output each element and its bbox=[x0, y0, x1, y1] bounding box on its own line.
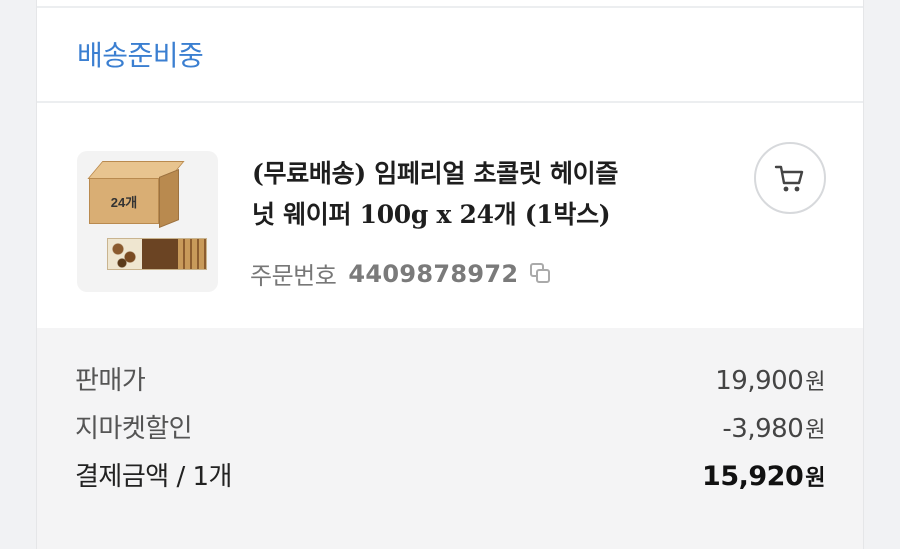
box-label: 24개 bbox=[110, 195, 138, 210]
product-thumbnail[interactable]: 24개 bbox=[77, 151, 218, 292]
cart-icon bbox=[774, 165, 804, 192]
box-side-shape bbox=[159, 168, 179, 229]
sale-price-label: 판매가 bbox=[75, 366, 146, 396]
order-number-row: 주문번호 4409878972 bbox=[250, 256, 552, 291]
discount-amount: -3,980 bbox=[722, 414, 804, 444]
product-photo-strip bbox=[107, 238, 207, 270]
summary-row-total: 결제금액 / 1개 15,920원 bbox=[75, 456, 825, 493]
total-value: 15,920원 bbox=[702, 460, 825, 492]
sale-price-unit: 원 bbox=[805, 370, 825, 395]
package-image bbox=[142, 239, 178, 269]
total-amount: 15,920 bbox=[702, 461, 804, 492]
order-card: 배송준비중 24개 (무료배송) 임페리얼 초콜릿 헤이즐 넛 웨이퍼 100g… bbox=[36, 0, 864, 549]
wafer-image bbox=[178, 239, 206, 269]
product-title-line-1: (무료배송) 임페리얼 초콜릿 헤이즐 bbox=[252, 159, 619, 188]
summary-row-discount: 지마켓할인 -3,980원 bbox=[75, 408, 825, 445]
hazelnut-image bbox=[108, 239, 142, 269]
discount-value: -3,980원 bbox=[722, 412, 825, 444]
section-divider bbox=[37, 101, 863, 103]
total-label: 결제금액 / 1개 bbox=[75, 462, 232, 492]
copy-icon[interactable] bbox=[530, 262, 552, 285]
product-title-line-2: 넛 웨이퍼 100g x 24개 (1박스) bbox=[252, 200, 611, 229]
discount-label: 지마켓할인 bbox=[75, 414, 193, 444]
copy-icon-front bbox=[536, 268, 551, 283]
sale-price-amount: 19,900 bbox=[715, 366, 804, 396]
order-status: 배송준비중 bbox=[77, 39, 204, 72]
summary-row-sale-price: 판매가 19,900원 bbox=[75, 360, 825, 397]
sale-price-value: 19,900원 bbox=[715, 364, 825, 396]
add-to-cart-button[interactable] bbox=[754, 142, 826, 214]
order-number-value: 4409878972 bbox=[348, 259, 519, 288]
order-number-label: 주문번호 bbox=[250, 262, 337, 290]
top-divider bbox=[37, 6, 863, 8]
total-unit: 원 bbox=[805, 466, 825, 491]
payment-summary: 판매가 19,900원 지마켓할인 -3,980원 결제금액 / 1개 15,9… bbox=[37, 328, 863, 549]
discount-unit: 원 bbox=[805, 418, 825, 443]
product-title[interactable]: (무료배송) 임페리얼 초콜릿 헤이즐 넛 웨이퍼 100g x 24개 (1박… bbox=[252, 153, 732, 235]
